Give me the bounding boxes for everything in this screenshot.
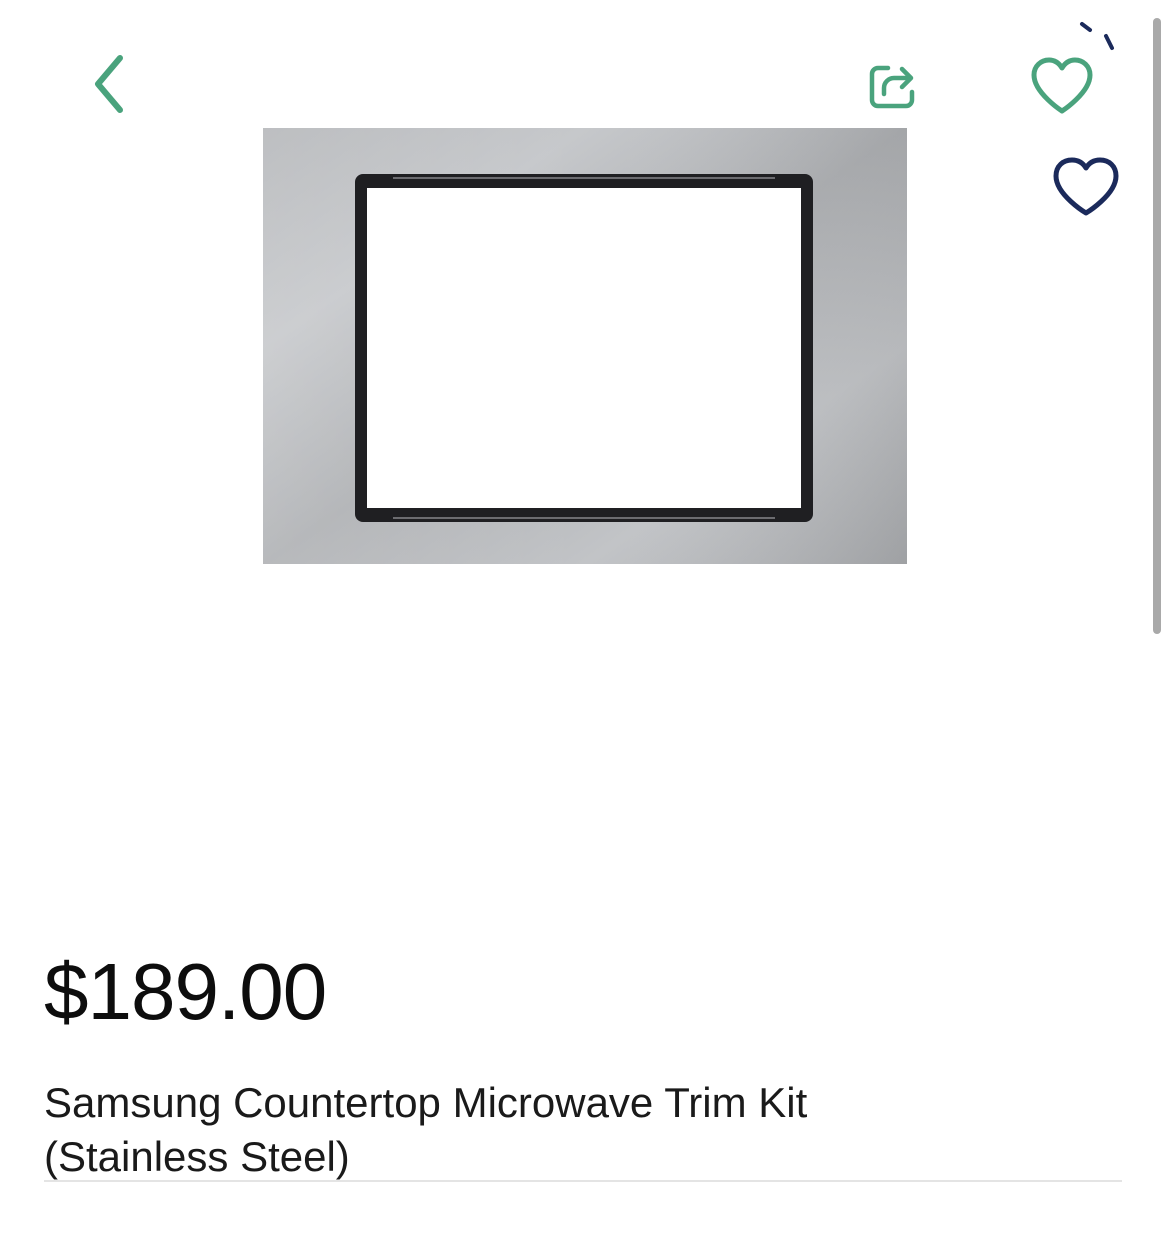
heart-outline-icon <box>1031 57 1093 114</box>
divider <box>44 1180 1122 1182</box>
heart-outline-icon <box>1053 157 1119 216</box>
chevron-left-icon <box>95 55 123 113</box>
save-to-list-button[interactable] <box>1044 148 1128 226</box>
favorite-button[interactable] <box>1020 46 1104 126</box>
product-image[interactable] <box>263 128 907 564</box>
product-title: Samsung Countertop Microwave Trim Kit (S… <box>44 1076 944 1184</box>
product-title-line-2: (Stainless Steel) <box>44 1133 350 1180</box>
back-button[interactable] <box>78 46 142 122</box>
product-title-line-1: Samsung Countertop Microwave Trim Kit <box>44 1079 808 1126</box>
product-price: $189.00 <box>44 947 327 1036</box>
share-icon <box>869 65 915 109</box>
share-button[interactable] <box>858 50 930 122</box>
scrollbar[interactable] <box>1153 18 1161 634</box>
microwave-trim-kit-image <box>263 128 907 564</box>
